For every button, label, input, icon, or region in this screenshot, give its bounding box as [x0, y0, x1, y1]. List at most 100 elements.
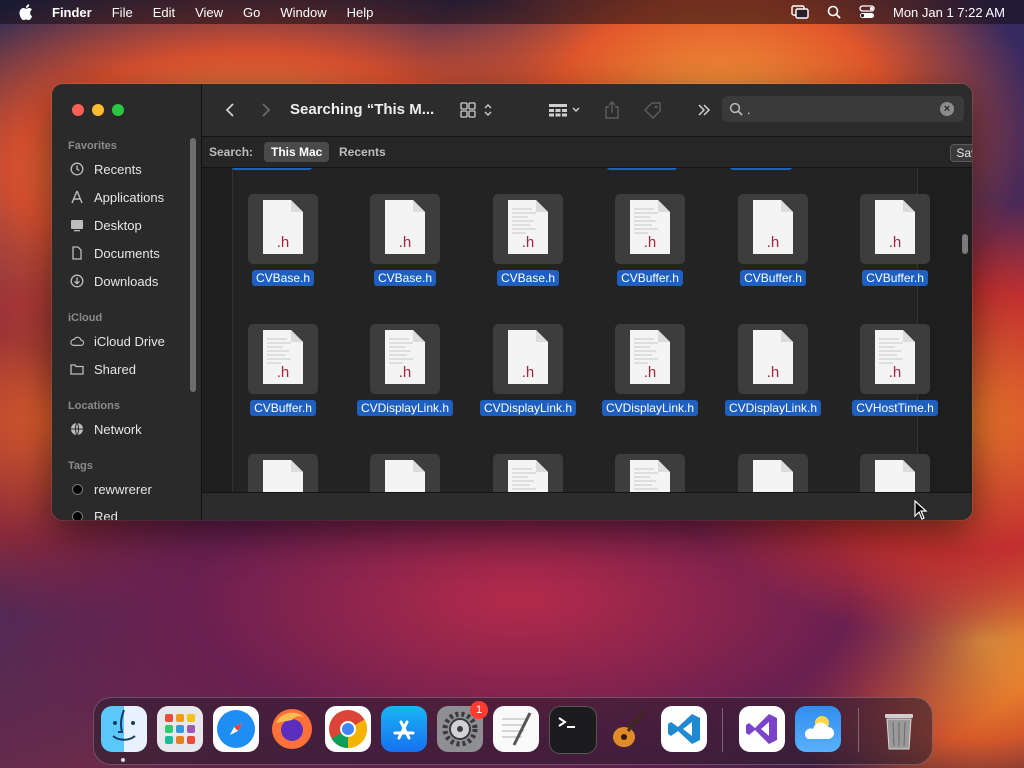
sidebar-item-desktop[interactable]: Desktop	[70, 215, 142, 235]
file-item[interactable]: .h CVBuffer.h	[589, 194, 711, 304]
header-file-icon: .h	[508, 200, 548, 254]
dock-textedit[interactable]	[493, 706, 539, 752]
view-mode-button[interactable]	[458, 100, 498, 120]
dock-garageband[interactable]	[605, 706, 651, 752]
sidebar-item-label: Downloads	[94, 273, 159, 289]
back-button[interactable]	[222, 100, 238, 120]
save-search-button[interactable]: Save	[950, 144, 972, 162]
svg-text:.h: .h	[522, 364, 535, 381]
visual-studio-icon	[746, 714, 777, 744]
file-item[interactable]: .h CVDisplayLink.h	[589, 324, 711, 434]
dock-app-store[interactable]	[381, 706, 427, 752]
file-thumbnail: .h	[860, 324, 930, 394]
file-item[interactable]: .h CVDisplayLink.h	[467, 324, 589, 434]
sidebar-header-icloud: iCloud	[68, 312, 103, 324]
file-thumbnail: .h	[493, 324, 563, 394]
svg-text:.h: .h	[399, 234, 412, 251]
sidebar-scrollbar[interactable]	[190, 138, 196, 392]
search-field[interactable]: . ×	[722, 96, 964, 122]
svg-text:.h: .h	[522, 234, 535, 251]
dock-separator	[858, 708, 859, 752]
menu-clock[interactable]: Mon Jan 1 7:22 AM	[893, 5, 1005, 20]
textedit-icon	[502, 712, 532, 746]
file-name: CVBuffer.h	[740, 270, 806, 286]
file-item[interactable]: .h CVDisplayLink.h	[712, 324, 834, 434]
menu-edit[interactable]: Edit	[153, 5, 175, 20]
dock-trash[interactable]	[876, 706, 922, 752]
sidebar-item-label: rewwrerer	[94, 481, 152, 497]
header-file-icon	[875, 460, 915, 492]
dock-weather[interactable]	[795, 706, 841, 752]
search-input[interactable]: .	[747, 102, 751, 117]
window-title: Searching “This M...	[290, 101, 435, 118]
file-item-partial[interactable]	[712, 454, 834, 492]
file-item[interactable]: .h CVDisplayLink.h	[344, 324, 466, 434]
minimize-button[interactable]	[92, 104, 104, 116]
file-item[interactable]: .h CVBuffer.h	[222, 324, 344, 434]
forward-button[interactable]	[258, 100, 274, 120]
sidebar-item-documents[interactable]: Documents	[70, 243, 160, 263]
file-item[interactable]: .h CVBuffer.h	[834, 194, 956, 304]
spotlight-search-icon[interactable]	[827, 5, 841, 19]
sidebar-item-network[interactable]: Network	[70, 419, 142, 439]
file-item-partial[interactable]	[834, 454, 956, 492]
dock-safari[interactable]	[213, 706, 259, 752]
sidebar-item-downloads[interactable]: Downloads	[70, 271, 158, 291]
file-item-partial[interactable]	[589, 454, 711, 492]
scope-recents[interactable]: Recents	[332, 142, 393, 162]
scope-this-mac[interactable]: This Mac	[264, 142, 330, 162]
menu-go[interactable]: Go	[243, 5, 260, 20]
sidebar-item-tag-rewwrerer[interactable]: rewwrerer	[70, 479, 152, 499]
sidebar-item-applications[interactable]: Applications	[70, 187, 164, 207]
sidebar-item-tag-red[interactable]: Red	[70, 506, 118, 520]
sidebar-item-label: Network	[94, 421, 142, 437]
sidebar-item-shared[interactable]: Shared	[70, 359, 136, 379]
file-item-partial[interactable]	[344, 454, 466, 492]
file-item[interactable]: .h CVBase.h	[344, 194, 466, 304]
menu-view[interactable]: View	[195, 5, 223, 20]
file-item[interactable]: .h CVBuffer.h	[712, 194, 834, 304]
menu-bar: Finder File Edit View Go Window Help Mon…	[0, 0, 1024, 24]
tag-color-dot	[72, 510, 83, 520]
file-thumbnail	[860, 454, 930, 492]
dock-finder[interactable]	[101, 706, 147, 752]
dock-vscode[interactable]	[661, 706, 707, 752]
clear-search-icon[interactable]: ×	[940, 102, 954, 116]
dock-visual-studio[interactable]	[739, 706, 785, 752]
screen-mirroring-icon[interactable]	[791, 5, 809, 19]
file-item-partial[interactable]	[222, 454, 344, 492]
menu-app-finder[interactable]: Finder	[52, 5, 92, 20]
file-item[interactable]: .h CVBase.h	[222, 194, 344, 304]
clock-icon	[70, 162, 84, 176]
share-button[interactable]	[602, 100, 622, 120]
apple-menu-icon[interactable]	[19, 4, 33, 20]
dock-terminal[interactable]	[549, 706, 597, 754]
dock-launchpad[interactable]	[157, 706, 203, 752]
firefox-icon	[272, 709, 312, 749]
more-toolbar-button[interactable]	[696, 101, 712, 119]
notification-badge: 1	[470, 701, 488, 719]
sidebar-item-label: Applications	[94, 189, 165, 205]
file-item[interactable]: .h CVHostTime.h	[834, 324, 956, 434]
sidebar-item-label: Shared	[94, 361, 136, 377]
results-scrollbar[interactable]	[962, 234, 968, 254]
svg-text:.h: .h	[767, 364, 780, 381]
header-file-icon: .h	[630, 200, 670, 254]
dock-chrome[interactable]	[325, 706, 371, 752]
header-file-icon: .h	[263, 330, 303, 384]
file-item-partial[interactable]	[467, 454, 589, 492]
control-center-icon[interactable]	[859, 5, 875, 19]
dock-firefox[interactable]	[269, 706, 315, 752]
partial-file-label	[232, 168, 312, 170]
sidebar-item-recents[interactable]: Recents	[70, 159, 142, 179]
sidebar-item-icloud-drive[interactable]: iCloud Drive	[70, 331, 165, 351]
file-item[interactable]: .h CVBase.h	[467, 194, 589, 304]
menu-help[interactable]: Help	[347, 5, 374, 20]
menu-window[interactable]: Window	[280, 5, 326, 20]
close-button[interactable]	[72, 104, 84, 116]
svg-text:.h: .h	[889, 234, 902, 251]
zoom-button[interactable]	[112, 104, 124, 116]
tag-button[interactable]	[642, 100, 664, 120]
menu-file[interactable]: File	[112, 5, 133, 20]
group-by-button[interactable]	[546, 100, 586, 120]
